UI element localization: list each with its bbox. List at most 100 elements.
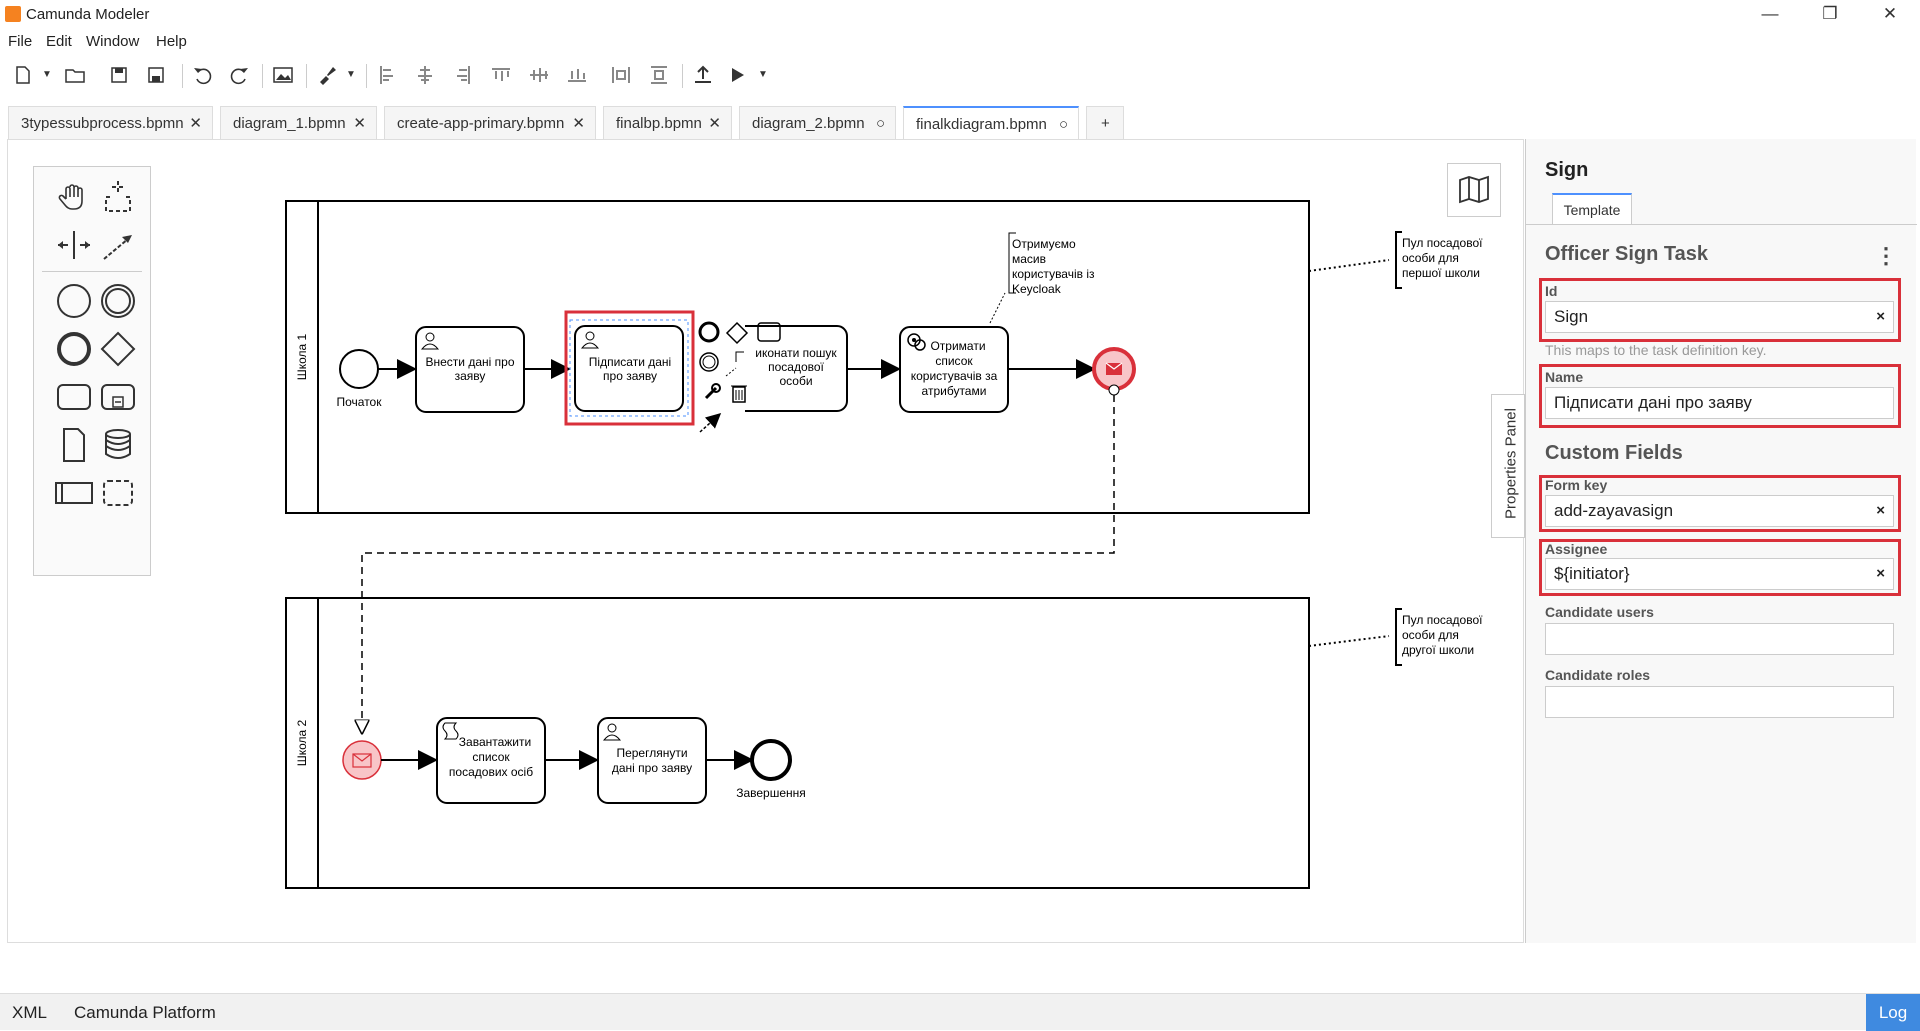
image-export-icon[interactable] — [270, 62, 296, 88]
align-center-icon[interactable] — [412, 62, 438, 88]
start-event[interactable] — [339, 349, 379, 389]
annot-pool2-2: особи для — [1402, 628, 1459, 642]
minimize-button[interactable]: — — [1740, 0, 1800, 28]
message-start-event[interactable] — [342, 740, 382, 780]
new-file-dropdown-icon[interactable]: ▼ — [34, 62, 60, 88]
form-key-label: Form key — [1545, 477, 1608, 493]
data-store-tool-icon[interactable] — [96, 423, 140, 467]
space-tool-icon[interactable] — [52, 223, 96, 267]
platform-selector[interactable]: Camunda Platform — [74, 1003, 216, 1023]
candidate-roles-input[interactable] — [1545, 686, 1894, 718]
save-as-icon[interactable] — [143, 62, 169, 88]
tab-unsaved-icon[interactable]: ○ — [1059, 108, 1068, 142]
annot-keycloak-3: користувачів із — [1012, 267, 1095, 281]
task-load-label-3: посадових осіб — [449, 765, 533, 779]
tab-label: diagram_2.bpmn — [752, 115, 865, 132]
assignee-input[interactable]: ${initiator} × — [1545, 558, 1894, 590]
align-left-icon[interactable] — [374, 62, 400, 88]
menu-help[interactable]: Help — [156, 33, 187, 50]
form-key-value: add-zayavasign — [1554, 501, 1674, 520]
deploy-icon[interactable] — [690, 62, 716, 88]
name-textarea[interactable]: Підписати дані про заяву — [1545, 387, 1894, 419]
data-object-tool-icon[interactable] — [52, 423, 96, 467]
task-tool-icon[interactable] — [52, 375, 96, 419]
delete-trash-icon[interactable] — [731, 385, 747, 403]
annotation-bracket — [735, 351, 744, 362]
color-dropdown-icon[interactable]: ▼ — [338, 62, 364, 88]
tab-close-icon[interactable]: ✕ — [572, 107, 585, 141]
append-end-event-icon[interactable] — [698, 321, 720, 343]
color-brush-icon[interactable] — [314, 62, 340, 88]
tab-close-icon[interactable]: ✕ — [353, 107, 366, 141]
group-tool-icon[interactable] — [96, 471, 140, 515]
menu-edit[interactable]: Edit — [46, 33, 72, 50]
gateway-tool-icon[interactable] — [96, 327, 140, 371]
tab-diagram-2[interactable]: diagram_2.bpmn ○ — [739, 106, 896, 140]
id-input[interactable]: Sign × — [1545, 301, 1894, 333]
properties-panel-toggle[interactable]: Properties Panel — [1491, 394, 1525, 538]
tab-finalbp[interactable]: finalbp.bpmn ✕ — [603, 106, 732, 140]
status-bar: XML Camunda Platform Log — [0, 993, 1920, 1031]
form-key-input[interactable]: add-zayavasign × — [1545, 495, 1894, 527]
tab-template[interactable]: Template — [1552, 193, 1632, 225]
tab-create-app-primary[interactable]: create-app-primary.bpmn ✕ — [384, 106, 596, 140]
new-file-icon[interactable] — [10, 62, 36, 88]
id-label: Id — [1545, 283, 1558, 299]
close-window-button[interactable]: ✕ — [1860, 0, 1920, 28]
connect-tool-icon[interactable] — [699, 412, 722, 433]
log-button[interactable]: Log — [1866, 994, 1920, 1031]
append-gateway-icon[interactable] — [725, 321, 749, 345]
clear-assignee-icon[interactable]: × — [1876, 559, 1885, 589]
global-connect-tool-icon[interactable] — [96, 223, 140, 267]
align-top-icon[interactable] — [488, 62, 514, 88]
save-icon[interactable] — [106, 62, 132, 88]
camunda-logo-icon — [5, 6, 21, 22]
tab-label: create-app-primary.bpmn — [397, 115, 565, 132]
align-bottom-icon[interactable] — [564, 62, 590, 88]
restore-button[interactable]: ❐ — [1800, 0, 1860, 28]
new-tab-button[interactable]: + — [1086, 106, 1124, 140]
distribute-horizontal-icon[interactable] — [608, 62, 634, 88]
end-event[interactable] — [750, 739, 792, 781]
align-middle-icon[interactable] — [526, 62, 552, 88]
clear-id-icon[interactable]: × — [1876, 302, 1885, 332]
candidate-users-input[interactable] — [1545, 623, 1894, 655]
undo-icon[interactable] — [190, 62, 216, 88]
run-dropdown-icon[interactable]: ▼ — [750, 62, 776, 88]
end-event-tool-icon[interactable] — [52, 327, 96, 371]
bpmn-diagram[interactable]: Школа 1 Школа 2 Початок Внести дані про … — [7, 139, 1524, 943]
properties-panel: Sign Template Officer Sign Task ⋮ Id Sig… — [1525, 139, 1917, 943]
menu-window[interactable]: Window — [86, 33, 139, 50]
pool-tool-icon[interactable] — [52, 471, 96, 515]
hand-tool-icon[interactable] — [52, 175, 96, 219]
annot-keycloak-2: масив — [1012, 252, 1046, 266]
end-event-label: Завершення — [736, 786, 806, 800]
redo-icon[interactable] — [226, 62, 252, 88]
change-type-wrench-icon[interactable] — [704, 386, 718, 400]
intermediate-event-tool-icon[interactable] — [96, 279, 140, 323]
tab-close-icon[interactable]: ✕ — [708, 107, 721, 141]
task-search-label-1: иконати пошук — [755, 346, 837, 360]
xml-view-button[interactable]: XML — [12, 1003, 47, 1023]
minimap-button[interactable] — [1447, 163, 1501, 217]
open-folder-icon[interactable] — [62, 62, 88, 88]
toolbar-separator — [682, 64, 683, 88]
lasso-tool-icon[interactable] — [96, 175, 140, 219]
tab-close-icon[interactable]: ✕ — [189, 107, 202, 141]
tab-finalkdiagram[interactable]: finalkdiagram.bpmn ○ — [903, 106, 1079, 140]
more-options-icon[interactable]: ⋮ — [1875, 243, 1897, 269]
distribute-vertical-icon[interactable] — [646, 62, 672, 88]
menu-file[interactable]: File — [8, 33, 32, 50]
tab-diagram-1[interactable]: diagram_1.bpmn ✕ — [220, 106, 377, 140]
clear-form-key-icon[interactable]: × — [1876, 496, 1885, 526]
tab-3typessubprocess[interactable]: 3typessubprocess.bpmn ✕ — [8, 106, 213, 140]
subprocess-tool-icon[interactable] — [96, 375, 140, 419]
run-icon[interactable] — [724, 62, 750, 88]
align-right-icon[interactable] — [450, 62, 476, 88]
tool-palette — [33, 166, 151, 576]
name-value: Підписати дані про заяву — [1554, 393, 1752, 412]
start-event-tool-icon[interactable] — [52, 279, 96, 323]
tab-unsaved-icon[interactable]: ○ — [876, 107, 885, 141]
task-enter-label-1: Внести дані про — [426, 355, 515, 369]
message-flow[interactable] — [362, 395, 1115, 733]
